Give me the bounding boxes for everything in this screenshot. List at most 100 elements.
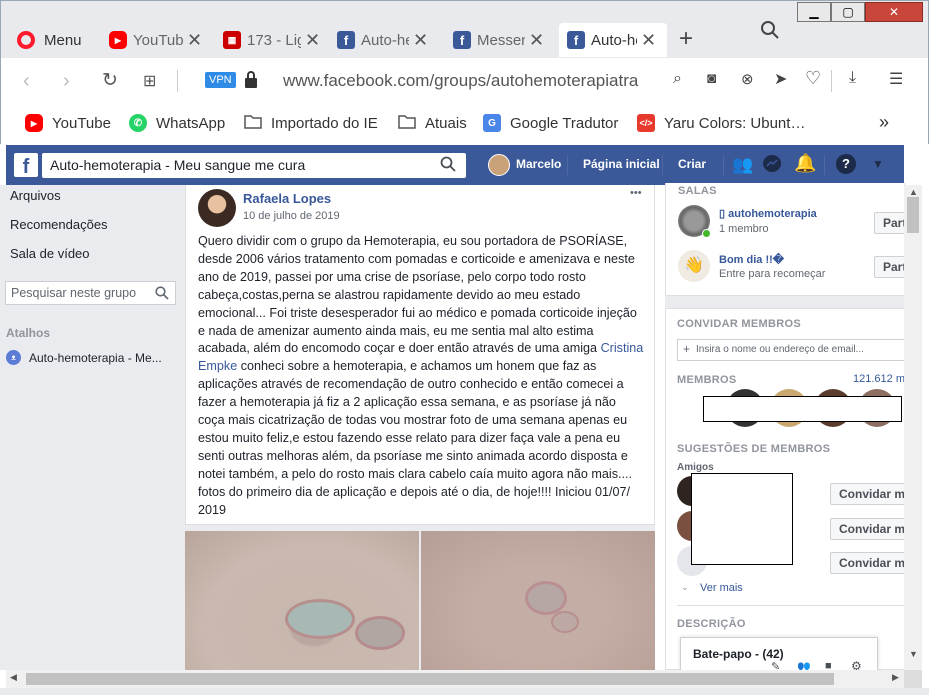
speed-dial-icon[interactable]: ⊞ [143,71,156,91]
messenger-icon[interactable] [762,154,782,179]
bookmark-label: YouTube [52,114,111,132]
back-icon[interactable]: ‹ [23,70,30,93]
reload-icon[interactable]: ↻ [102,69,118,92]
tab-auto-hemo-1[interactable]: f Auto-hemo ✕ [329,23,441,57]
post-date[interactable]: 10 de julho de 2019 [243,210,340,222]
chat-label: Bate-papo - (42) [693,647,784,661]
scroll-up-icon[interactable]: ▲ [909,187,918,197]
post-text-part: Quero dividir com o grupo da Hemoterapia… [198,234,637,356]
room-name[interactable]: Bom dia !!� [719,253,784,266]
camera-icon[interactable]: ◙ [707,70,716,87]
post-options-button[interactable]: ••• [630,187,642,199]
home-link[interactable]: Página inicial [583,157,660,171]
search-tabs-icon[interactable] [759,19,781,46]
invite-input[interactable]: + Insira o nome ou endereço de email... [677,339,905,361]
notifications-icon[interactable]: 🔔 [794,153,816,174]
sidebar-item-recomendacoes[interactable]: Recomendações [10,217,108,232]
avatar[interactable] [488,154,510,176]
chat-bar[interactable]: Bate-papo - (42) ✎ 👥 ■ ⚙ [680,637,878,673]
close-icon[interactable]: ✕ [641,30,656,51]
description-heading: DESCRIÇÃO [677,618,746,630]
avatar[interactable] [198,189,236,227]
room-sub: 1 membro [719,223,769,235]
forward-icon[interactable]: › [63,70,70,93]
horizontal-scrollbar[interactable]: ◀ ▶ [6,670,904,688]
scrollbar-thumb[interactable] [907,197,919,233]
search-in-page-icon[interactable]: ⌕ [673,70,682,88]
post-photo-1[interactable] [185,531,419,670]
folder-icon [244,114,262,133]
bookmark-atuais[interactable]: Atuais [398,114,467,133]
scroll-down-icon[interactable]: ▼ [909,649,918,659]
vpn-badge[interactable]: VPN [205,72,236,88]
settings-sliders-icon[interactable]: ☰ [889,69,903,89]
facebook-search-input[interactable]: Auto-hemoterapia - Meu sangue me cura [42,153,466,178]
members-count[interactable]: 121.612 m [853,373,905,385]
close-window-button[interactable]: ✕ [865,2,923,22]
photo-detail [551,611,579,633]
bookmark-yaru[interactable]: </> Yaru Colors: Ubunt… [637,114,805,132]
bookmark-google-tradutor[interactable]: G Google Tradutor [483,114,618,132]
facebook-header: f Auto-hemoterapia - Meu sangue me cura … [6,145,904,185]
vertical-scrollbar[interactable]: ▲ ▼ [904,185,922,670]
tab-youtube[interactable]: ▶ YouTube ✕ [101,23,209,57]
post-photo-2[interactable] [421,531,655,670]
post-author[interactable]: Rafaela Lopes [243,191,331,206]
room-name[interactable]: ▯ autohemoterapia [719,207,817,220]
wave-icon: 👋 [678,250,710,282]
bookmarks-more-button[interactable]: » [879,112,889,133]
send-icon[interactable]: ➤ [774,69,787,89]
divider [723,155,724,175]
divider [824,155,825,175]
url-field[interactable]: www.facebook.com/groups/autohemoterapiat… [283,71,657,91]
shortcuts-heading: Atalhos [6,326,51,340]
media-icon: ▦ [223,31,241,49]
bookmark-importado[interactable]: Importado do IE [244,114,378,133]
group-search-input[interactable]: Pesquisar neste grupo [5,281,176,305]
scrollbar-corner [904,670,922,688]
bookmark-youtube[interactable]: ▶ YouTube [25,114,111,132]
heart-icon[interactable]: ♡ [805,68,821,89]
facebook-logo-icon[interactable]: f [14,153,38,178]
invite-member-button[interactable]: Convidar membro [830,518,906,540]
download-icon[interactable]: ⤓ [849,69,856,87]
close-icon[interactable]: ✕ [305,30,320,51]
opera-menu-label: Menu [44,31,82,49]
friend-requests-icon[interactable]: 👥 [732,155,753,175]
scroll-right-icon[interactable]: ▶ [892,672,899,683]
google-translate-icon: G [483,114,501,132]
maximize-button[interactable]: ▢ [831,2,865,22]
invite-member-button[interactable]: Convidar membro [830,483,906,505]
close-icon[interactable]: ✕ [529,30,544,51]
tab-auto-hemo-active[interactable]: f Auto-hemo ✕ [559,23,667,57]
youtube-icon: ▶ [109,31,127,49]
account-menu-icon[interactable]: ▼ [872,157,884,171]
tab-media[interactable]: ▦ 173 - Lig ✕ [215,23,327,57]
invite-member-button[interactable]: Convidar membro [830,552,906,574]
bookmark-whatsapp[interactable]: ✆ WhatsApp [129,114,225,132]
see-more-link[interactable]: Ver mais [700,582,743,594]
feed: Rafaela Lopes 10 de julho de 2019 ••• Qu… [185,185,655,670]
close-icon[interactable]: ✕ [413,30,428,51]
profile-link[interactable]: Marcelo [516,157,561,171]
sidebar-item-arquivos[interactable]: Arquivos [10,188,61,203]
divider [831,70,832,92]
new-tab-button[interactable]: + [679,25,693,53]
members-heading: MEMBROS [677,374,737,386]
divider [662,155,663,175]
create-link[interactable]: Criar [678,157,706,171]
help-icon[interactable]: ? [836,154,856,174]
minimize-button[interactable]: ▁ [797,2,831,22]
scrollbar-thumb[interactable] [26,673,834,685]
block-icon[interactable]: ⊗ [741,70,754,88]
search-icon[interactable] [440,156,456,175]
scroll-left-icon[interactable]: ◀ [10,672,17,683]
sidebar-item-sala-de-video[interactable]: Sala de vídeo [10,246,90,261]
opera-menu-button[interactable]: Menu [9,23,97,57]
close-icon[interactable]: ✕ [187,30,202,51]
tab-messenger[interactable]: f Messenger ✕ [445,23,557,57]
search-icon[interactable] [155,286,169,303]
shortcut-group[interactable]: ᴥ Auto-hemoterapia - Me... [6,350,162,365]
bookmarks-bar: ▶ YouTube ✆ WhatsApp Importado do IE Atu… [0,104,929,144]
search-value: Auto-hemoterapia - Meu sangue me cura [50,157,306,173]
